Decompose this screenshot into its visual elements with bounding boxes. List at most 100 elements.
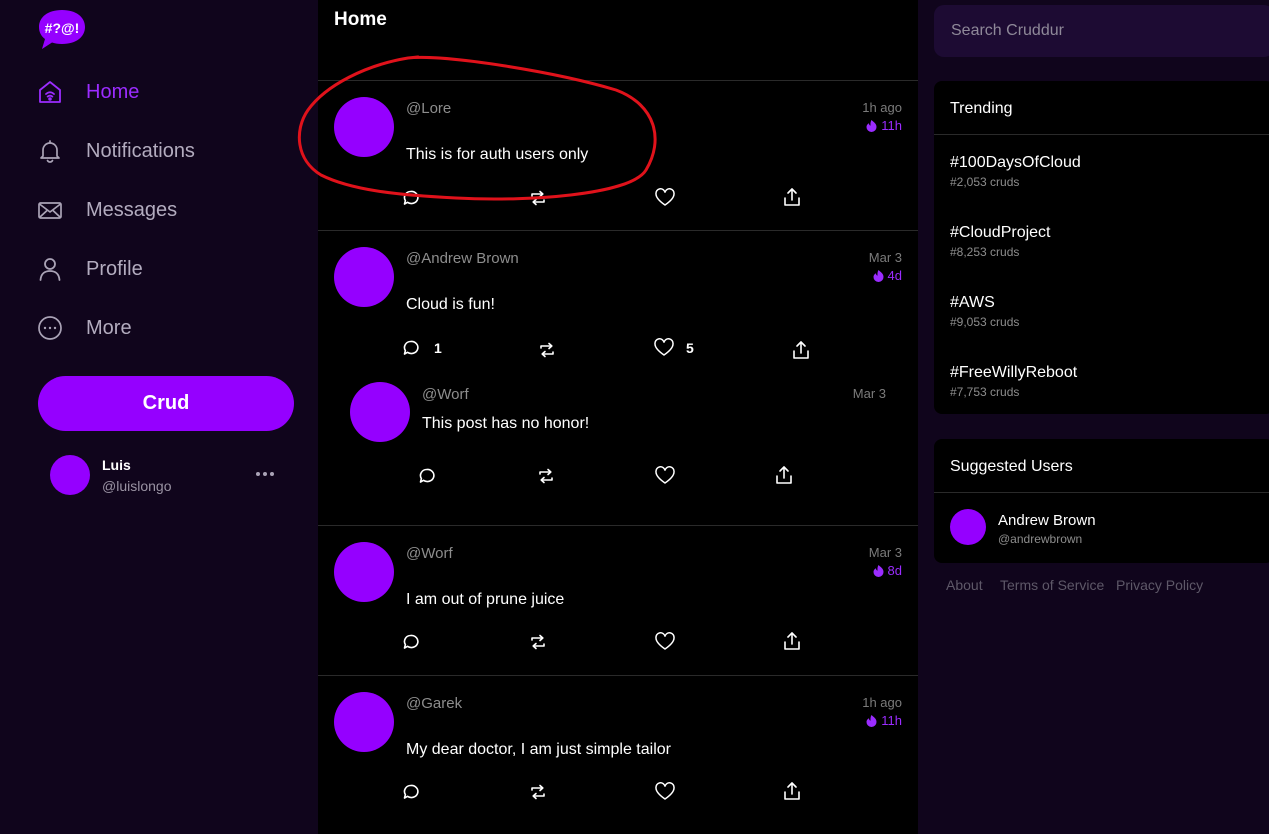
nav-messages-label: Messages — [86, 198, 178, 221]
activity-expires-label: 11h — [881, 713, 902, 728]
share-button[interactable] — [783, 781, 801, 801]
reply-button[interactable] — [402, 633, 420, 651]
share-button[interactable] — [775, 465, 793, 485]
repost-icon — [531, 190, 545, 206]
reply-icon — [403, 340, 419, 355]
activity-message: This is for auth users only — [406, 146, 589, 163]
trending-tag[interactable]: #AWS — [950, 294, 995, 312]
suggested-user-name[interactable]: Andrew Brown — [998, 512, 1096, 529]
footer-privacy-link[interactable]: Privacy Policy — [1116, 577, 1203, 593]
activity-expires-label: 11h — [881, 118, 902, 133]
right-sidebar: Trending #100DaysOfCloud #2,053 cruds #C… — [918, 0, 1269, 834]
left-sidebar: #?@! Home Notifications Messages Profile… — [0, 0, 318, 834]
share-button[interactable] — [792, 340, 810, 360]
avatar[interactable] — [950, 509, 986, 545]
activity-item[interactable]: @Andrew Brown Cloud is fun! Mar 3 4d 1 5… — [318, 231, 918, 526]
cruddur-logo[interactable]: #?@! — [38, 8, 86, 50]
like-button[interactable] — [655, 632, 675, 651]
repost-button[interactable] — [528, 632, 548, 652]
activity-time: 1h ago — [862, 695, 902, 710]
repost-button[interactable] — [528, 782, 548, 802]
nav-more[interactable]: More — [36, 311, 132, 345]
reply-count: 1 — [434, 340, 442, 356]
trending-tag[interactable]: #FreeWillyReboot — [950, 364, 1077, 382]
reply-button[interactable] — [418, 467, 436, 485]
divider — [934, 492, 1269, 493]
ellipsis-icon[interactable] — [252, 462, 278, 486]
activity-handle[interactable]: @Garek — [406, 695, 462, 712]
activity-handle[interactable]: @Worf — [406, 545, 453, 562]
avatar[interactable] — [334, 542, 394, 602]
nav-home-label: Home — [86, 80, 140, 103]
repost-button[interactable] — [536, 466, 556, 486]
trending-count: #8,253 cruds — [950, 245, 1020, 259]
reply-icon — [403, 190, 419, 205]
trending-panel: Trending #100DaysOfCloud #2,053 cruds #C… — [934, 81, 1269, 414]
activity-expires: 4d — [872, 268, 902, 283]
repost-icon — [531, 784, 545, 800]
nav-more-label: More — [86, 316, 132, 339]
like-button[interactable] — [655, 782, 675, 801]
avatar[interactable] — [334, 97, 394, 157]
nav-home[interactable]: Home — [36, 75, 139, 109]
trending-count: #7,753 cruds — [950, 385, 1020, 399]
activity-item[interactable]: @Lore This is for auth users only 1h ago… — [318, 81, 918, 231]
nav-notifications[interactable]: Notifications — [36, 134, 195, 168]
heart-icon — [655, 466, 675, 484]
avatar[interactable] — [334, 247, 394, 307]
bell-icon — [36, 137, 64, 165]
activity-handle[interactable]: @Andrew Brown — [406, 250, 519, 267]
trending-count: #9,053 cruds — [950, 315, 1020, 329]
home-icon — [36, 78, 64, 106]
nav-messages[interactable]: Messages — [36, 193, 177, 227]
flame-icon — [873, 270, 884, 282]
repost-button[interactable] — [537, 340, 557, 360]
user-icon — [36, 255, 64, 283]
activity-time: Mar 3 — [868, 250, 902, 265]
activity-item[interactable]: @Worf I am out of prune juice Mar 3 8d — [318, 526, 918, 676]
like-button[interactable]: 5 — [654, 338, 694, 357]
reply-message: This post has no honor! — [422, 415, 590, 432]
repost-icon — [539, 468, 553, 484]
like-button[interactable] — [655, 188, 675, 207]
mail-icon — [36, 196, 64, 224]
footer-about-link[interactable]: About — [946, 577, 983, 593]
share-button[interactable] — [783, 631, 801, 651]
repost-button[interactable] — [528, 188, 548, 208]
flame-icon — [866, 120, 877, 132]
activity-item[interactable]: @Garek My dear doctor, I am just simple … — [318, 676, 918, 834]
nav-profile[interactable]: Profile — [36, 252, 143, 286]
trending-count: #2,053 cruds — [950, 175, 1020, 189]
share-icon — [784, 782, 800, 800]
like-count: 5 — [686, 339, 694, 356]
flame-icon — [866, 715, 877, 727]
nav-notifications-label: Notifications — [86, 139, 195, 162]
nav-profile-label: Profile — [86, 257, 143, 280]
reply-avatar[interactable] — [350, 382, 410, 442]
reply-button[interactable] — [402, 783, 420, 801]
like-button[interactable] — [655, 466, 675, 485]
share-icon — [784, 632, 800, 650]
avatar[interactable] — [334, 692, 394, 752]
share-button[interactable] — [783, 187, 801, 207]
divider — [934, 134, 1269, 135]
reply-button[interactable]: 1 — [402, 339, 442, 357]
crud-button[interactable]: Crud — [38, 376, 294, 431]
reply-icon — [419, 468, 435, 483]
search-input[interactable] — [934, 5, 1269, 57]
activity-time: 1h ago — [862, 100, 902, 115]
footer-terms-link[interactable]: Terms of Service — [1000, 577, 1104, 593]
trending-tag[interactable]: #CloudProject — [950, 224, 1051, 242]
profile-name: Luis — [102, 457, 131, 473]
flame-icon — [873, 565, 884, 577]
page-title: Home — [334, 9, 387, 30]
suggested-title: Suggested Users — [950, 458, 1073, 475]
activity-message: I am out of prune juice — [406, 591, 565, 608]
activity-expires: 11h — [865, 118, 902, 133]
avatar[interactable] — [50, 455, 90, 495]
reply-button[interactable] — [402, 189, 420, 207]
reply-handle[interactable]: @Worf — [422, 386, 469, 403]
activity-handle[interactable]: @Lore — [406, 100, 451, 117]
trending-tag[interactable]: #100DaysOfCloud — [950, 154, 1081, 172]
activity-expires: 8d — [872, 563, 902, 578]
